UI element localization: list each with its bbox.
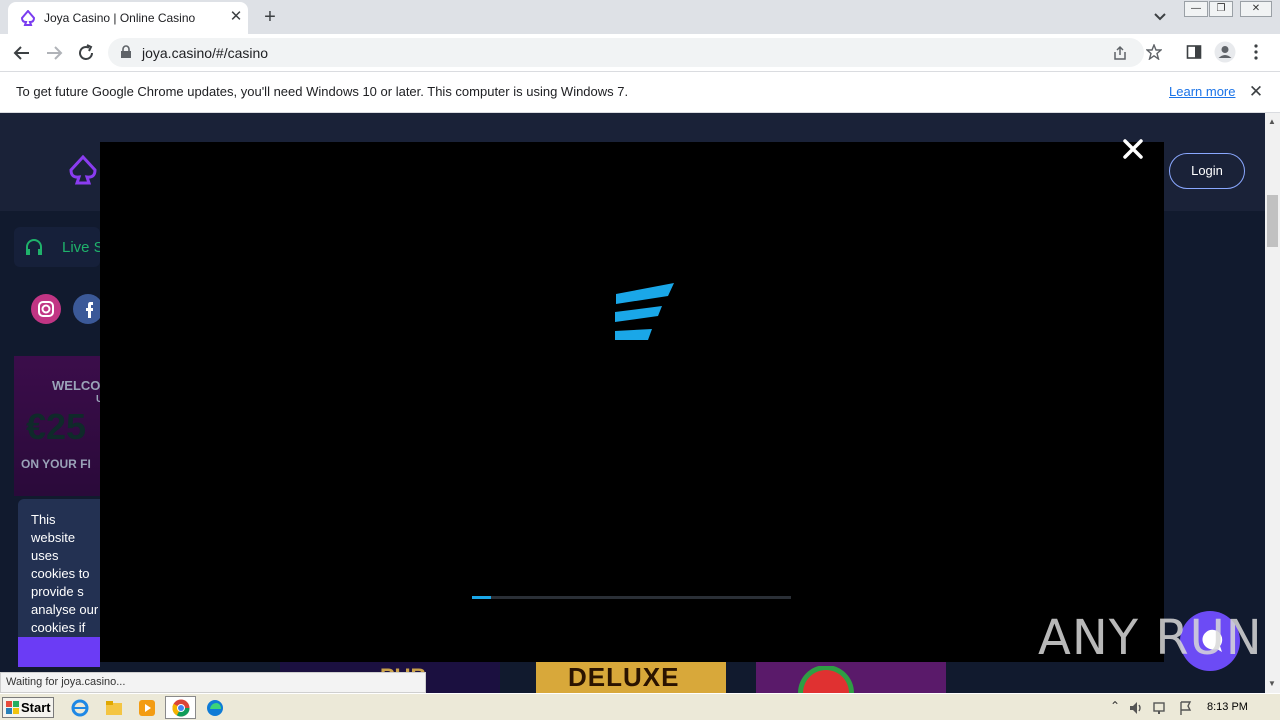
browser-toolbar: joya.casino/#/casino (0, 34, 1280, 71)
scrollbar-thumb[interactable] (1267, 195, 1278, 247)
profile-avatar-icon[interactable] (1214, 41, 1236, 63)
edge-icon[interactable] (205, 698, 225, 718)
status-text: Waiting for joya.casino... (6, 676, 126, 688)
cookie-accept-button[interactable] (18, 637, 100, 667)
promo-amount: €25 (26, 406, 87, 447)
scroll-up-arrow-icon[interactable]: ▲ (1268, 117, 1276, 126)
infobar-message: To get future Google Chrome updates, you… (16, 84, 629, 99)
headset-icon (26, 239, 42, 255)
chrome-taskbar-button[interactable] (165, 696, 196, 719)
network-icon[interactable] (1152, 700, 1168, 716)
window-close-button[interactable]: ✕ (1240, 1, 1272, 17)
thumb-deluxe-label: DELUXE (568, 662, 680, 692)
start-label: Start (21, 700, 51, 715)
restore-button[interactable]: ❐ (1209, 1, 1233, 17)
side-panel-icon[interactable] (1186, 44, 1202, 60)
watermelon-icon (798, 666, 854, 693)
address-bar[interactable]: joya.casino/#/casino (108, 38, 1144, 67)
browser-status-bubble: Waiting for joya.casino... (0, 672, 426, 693)
back-arrow-icon[interactable] (10, 41, 34, 65)
chrome-update-infobar: To get future Google Chrome updates, you… (0, 71, 1280, 113)
taskbar-clock: 8:13 PM (1207, 701, 1248, 713)
game-thumb-fruit[interactable] (756, 662, 946, 693)
live-support-label: Live S (62, 239, 104, 256)
browser-tab-strip: Joya Casino | Online Casino ✕ + — ❐ ✕ (0, 0, 1280, 34)
page-scrollbar[interactable]: ▲ ▼ (1265, 113, 1280, 693)
windows-taskbar: Start ⌃ 8:13 PM (0, 693, 1280, 720)
action-center-flag-icon[interactable] (1178, 700, 1194, 716)
game-loading-overlay (100, 142, 1164, 662)
provider-logo-icon (615, 283, 674, 340)
windows-logo-icon (6, 701, 19, 714)
lock-icon[interactable] (120, 45, 132, 59)
start-button[interactable]: Start (2, 697, 54, 718)
loading-progress-fill (472, 596, 492, 599)
promo-line-1: WELCO (52, 378, 101, 393)
file-explorer-icon[interactable] (104, 698, 124, 718)
web-page: Login Live S WELCO U €25 ON YOUR FI This… (0, 113, 1265, 693)
forward-arrow-icon[interactable] (42, 41, 66, 65)
share-icon[interactable] (1112, 45, 1128, 61)
chrome-icon (172, 699, 190, 717)
infobar-close-icon[interactable]: ✕ (1246, 82, 1266, 102)
cookie-notice: This website uses cookies to provide s a… (18, 499, 100, 639)
tab-close-icon[interactable]: ✕ (226, 7, 246, 27)
reload-icon[interactable] (74, 41, 98, 65)
instagram-icon[interactable] (30, 293, 62, 325)
tray-expand-icon[interactable]: ⌃ (1110, 699, 1120, 713)
overlay-close-icon[interactable] (1119, 135, 1147, 163)
login-button[interactable]: Login (1169, 153, 1245, 189)
joya-spade-icon (20, 10, 36, 26)
internet-explorer-icon[interactable] (70, 698, 90, 718)
anyrun-watermark: ANY RUN (1038, 610, 1263, 666)
media-player-icon[interactable] (137, 698, 157, 718)
minimize-button[interactable]: — (1184, 1, 1208, 17)
learn-more-link[interactable]: Learn more (1169, 84, 1235, 99)
browser-tab[interactable]: Joya Casino | Online Casino ✕ (8, 2, 248, 34)
kebab-menu-icon[interactable] (1252, 43, 1260, 61)
live-support-button[interactable]: Live S (14, 227, 104, 267)
game-thumb-deluxe[interactable]: DELUXE (536, 662, 726, 693)
tab-search-chevron-icon[interactable] (1150, 8, 1170, 26)
watermark-text: ANY RUN (1038, 610, 1263, 666)
loading-progress-bar (472, 596, 791, 599)
url-text: joya.casino/#/casino (142, 45, 269, 61)
volume-icon[interactable] (1128, 700, 1144, 716)
cookie-text: This website uses cookies to provide s a… (31, 512, 99, 639)
scroll-down-arrow-icon[interactable]: ▼ (1268, 679, 1276, 688)
bookmark-star-icon[interactable] (1146, 44, 1162, 60)
site-logo-spade-icon[interactable] (68, 155, 98, 185)
promo-line-4: ON YOUR FI (21, 457, 91, 471)
tab-title: Joya Casino | Online Casino (44, 11, 196, 25)
new-tab-button[interactable]: + (258, 6, 282, 28)
welcome-bonus-card[interactable]: WELCO U €25 ON YOUR FI (14, 356, 103, 496)
